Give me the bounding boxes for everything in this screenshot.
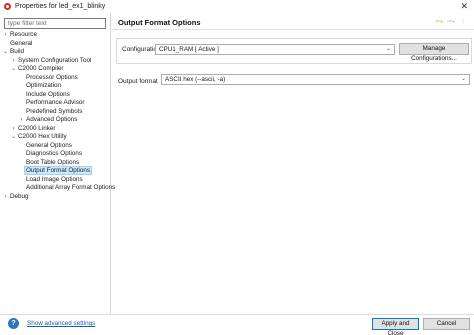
- chevron-right-icon[interactable]: ›: [10, 125, 17, 133]
- chevron-down-icon: ⌄: [385, 46, 391, 52]
- chevron-down-icon[interactable]: ⌄: [10, 65, 17, 73]
- tree-item[interactable]: › Debug: [2, 193, 30, 201]
- tree-item-label: Load Image Options: [26, 175, 83, 183]
- output-format-label: Output format: [118, 78, 158, 85]
- tree-item-label: Predefined Symbols: [26, 107, 83, 115]
- tree-item-label: Additional Array Format Options: [26, 184, 116, 191]
- forward-arrow-icon[interactable]: ⇨▾: [446, 17, 456, 26]
- configuration-value: CPU1_RAM [ Active ]: [159, 46, 219, 53]
- tree-item[interactable]: Performance Advisor: [18, 99, 85, 107]
- output-format-select[interactable]: ASCII hex (--ascii, -a) ⌄: [161, 74, 470, 85]
- tree-item[interactable]: Load Image Options: [18, 176, 84, 184]
- tree-item[interactable]: ⌄ C2000 Compiler: [10, 65, 65, 73]
- tree-item-label: System Configuration Tool: [18, 56, 92, 64]
- left-pane: ›ResourceGeneral⌄Build›System Configurat…: [0, 13, 115, 314]
- tree-item[interactable]: Optimization: [18, 82, 62, 90]
- tree-item-label: Processor Options: [26, 73, 78, 81]
- tree-item-label: Advanced Options: [26, 116, 78, 123]
- apply-and-close-button[interactable]: Apply and Close: [372, 318, 419, 335]
- tree-item-label: Debug: [10, 192, 29, 200]
- tree-item-label: Diagnostics Options: [26, 150, 82, 157]
- page-title: Output Format Options: [118, 18, 201, 27]
- tree-item-label: General: [10, 39, 33, 47]
- tree-item[interactable]: Additional Array Format Options: [18, 184, 116, 192]
- tree-item[interactable]: Predefined Symbols: [18, 108, 83, 116]
- back-arrow-icon[interactable]: ⇦▾: [434, 17, 444, 26]
- tree-item[interactable]: Output Format Options: [18, 166, 93, 175]
- chevron-right-icon[interactable]: ›: [18, 116, 25, 124]
- chevron-right-icon[interactable]: ›: [10, 57, 17, 65]
- tree-item[interactable]: › Resource: [2, 31, 38, 39]
- output-format-value: ASCII hex (--ascii, -a): [165, 76, 226, 83]
- tree-item-label: C2000 Linker: [18, 124, 56, 132]
- nav-arrows: ⇦▾ ⇨▾ ⋮: [434, 17, 468, 26]
- tree-item-label: Include Options: [26, 90, 70, 98]
- help-icon[interactable]: ?: [8, 318, 19, 329]
- right-pane: Output Format Options ⇦▾ ⇨▾ ⋮ Configurat…: [112, 13, 474, 314]
- tree-item[interactable]: Include Options: [18, 91, 71, 99]
- tree-item-label: Optimization: [26, 82, 61, 89]
- show-advanced-settings-link[interactable]: Show advanced settings: [27, 320, 95, 327]
- tree-item[interactable]: Processor Options: [18, 74, 79, 82]
- app-icon: [4, 3, 11, 10]
- tree-item[interactable]: ⌄ C2000 Hex Utility: [10, 133, 68, 141]
- tree-item-label: Build: [10, 48, 25, 55]
- tree-item[interactable]: Boot Table Options: [18, 159, 80, 167]
- tree-item[interactable]: Diagnostics Options: [18, 150, 83, 158]
- configuration-select[interactable]: CPU1_RAM [ Active ] ⌄: [155, 44, 395, 55]
- title-bar: Properties for led_ex1_blinky ✕: [0, 0, 474, 13]
- tree-item-label: Boot Table Options: [26, 158, 80, 166]
- chevron-right-icon[interactable]: ›: [2, 31, 9, 39]
- tree-item-label: C2000 Compiler: [18, 65, 64, 72]
- tree-item[interactable]: ⌄ Build: [2, 48, 25, 56]
- tree-item-label: General Options: [26, 141, 72, 149]
- tree-item[interactable]: › C2000 Linker: [10, 125, 56, 133]
- chevron-right-icon[interactable]: ›: [2, 193, 9, 201]
- footer-separator: [0, 314, 474, 315]
- filter-input[interactable]: [4, 18, 106, 29]
- tree-item[interactable]: General Options: [18, 142, 73, 150]
- tree-item-label: C2000 Hex Utility: [18, 133, 67, 140]
- window-title: Properties for led_ex1_blinky: [15, 3, 106, 10]
- tree-item[interactable]: General: [2, 40, 33, 48]
- more-icon[interactable]: ⋮: [458, 17, 468, 26]
- tree-item[interactable]: › Advanced Options: [18, 116, 78, 124]
- manage-configurations-button[interactable]: Manage Configurations...: [399, 43, 469, 62]
- chevron-down-icon[interactable]: ⌄: [10, 133, 17, 141]
- tree-item-label: Resource: [10, 31, 37, 38]
- title-separator: [112, 29, 474, 30]
- close-icon[interactable]: ✕: [460, 2, 468, 11]
- tree-item-label: Performance Advisor: [26, 99, 85, 106]
- tree-item-label: Output Format Options: [23, 166, 93, 175]
- cancel-button[interactable]: Cancel: [423, 318, 470, 330]
- tree-item[interactable]: › System Configuration Tool: [10, 57, 92, 65]
- chevron-down-icon: ⌄: [460, 76, 466, 82]
- chevron-down-icon[interactable]: ⌄: [2, 48, 9, 56]
